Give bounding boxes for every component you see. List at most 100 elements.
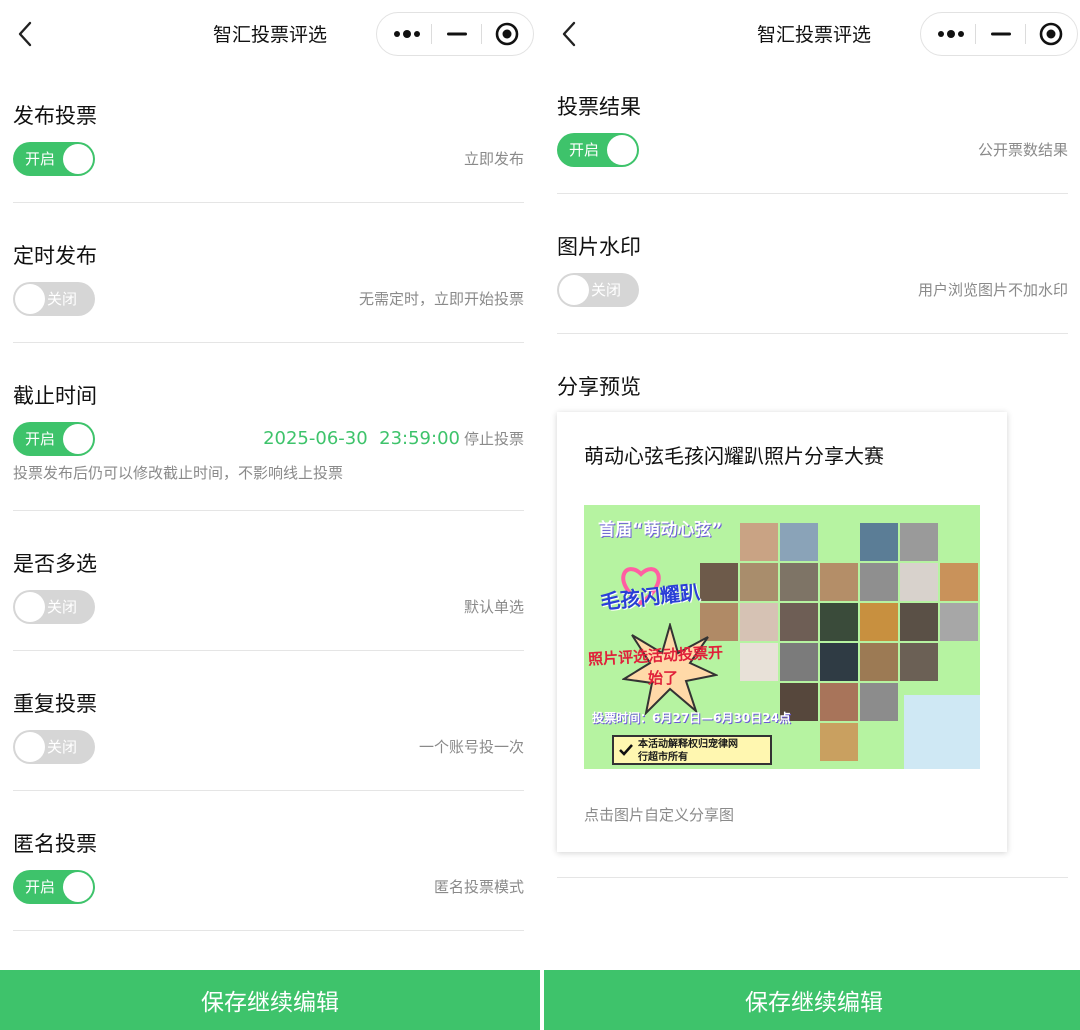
vote-result-section: 投票结果 开启 公开票数结果 <box>557 93 1068 169</box>
pet-photo <box>740 523 778 561</box>
toggle-knob <box>15 732 45 762</box>
toggle-knob <box>63 424 93 454</box>
pet-photo <box>700 563 738 601</box>
toggle-label: 关闭 <box>47 738 78 756</box>
section-title: 是否多选 <box>13 552 97 576</box>
minus-icon <box>447 32 467 36</box>
pet-photo <box>900 523 938 561</box>
more-button[interactable] <box>925 13 977 55</box>
divider <box>557 877 1068 878</box>
pet-photo <box>900 643 938 681</box>
pet-photo <box>740 563 778 601</box>
nav-bar: 智汇投票评选 <box>544 0 1080 68</box>
save-continue-button[interactable]: 保存继续编辑 <box>0 970 540 1030</box>
target-circle-icon <box>495 22 519 46</box>
deadline-section: 截止时间 开启 2025-06-30 23:59:00 停止投票 投票发布后仍可以… <box>13 382 524 483</box>
deadline-hint-text: 停止投票 <box>463 430 524 448</box>
deadline-datetime[interactable]: 2025-06-30 23:59:00 <box>263 428 460 449</box>
divider <box>13 342 524 343</box>
pet-photo <box>820 643 858 681</box>
section-hint: 立即发布 <box>463 150 524 168</box>
share-hint: 点击图片自定义分享图 <box>584 806 735 824</box>
pet-photo <box>860 523 898 561</box>
pet-photo <box>780 643 818 681</box>
share-preview-section: 分享预览 <box>557 373 1068 401</box>
more-button[interactable] <box>381 13 433 55</box>
pet-photo <box>820 603 858 641</box>
pet-photo <box>860 683 898 721</box>
multi-select-section: 是否多选 关闭 默认单选 <box>13 550 524 626</box>
section-title: 重复投票 <box>13 692 97 716</box>
check-icon <box>619 744 633 756</box>
pet-photo <box>780 603 818 641</box>
divider <box>557 193 1068 194</box>
toggle-label: 开启 <box>25 878 56 896</box>
publish-toggle[interactable]: 开启 <box>13 142 95 176</box>
poster-headline: 首届“萌动心弦” <box>598 520 723 540</box>
multi-select-toggle[interactable]: 关闭 <box>13 590 95 624</box>
right-panel: 智汇投票评选 投票结果 开启 公开票数结果 图片水印 关闭 用户浏览图片不加水印… <box>544 0 1080 1030</box>
mini-program-capsule <box>920 12 1078 56</box>
toggle-label: 开启 <box>569 141 600 159</box>
section-title: 图片水印 <box>557 235 641 259</box>
vote-result-toggle[interactable]: 开启 <box>557 133 639 167</box>
nav-bar: 智汇投票评选 <box>0 0 540 68</box>
target-circle-icon <box>1039 22 1063 46</box>
pet-photo <box>860 603 898 641</box>
more-dots-icon <box>394 30 420 38</box>
share-card: 萌动心弦毛孩闪耀趴照片分享大赛 首届“萌动心弦” 毛孩闪耀趴 照片评选活动投票开… <box>557 412 1007 852</box>
pet-photo <box>860 643 898 681</box>
poster-vote-time: 投票时间：6月27日—6月30日24点 <box>592 711 791 725</box>
section-hint: 无需定时，立即开始投票 <box>358 290 524 308</box>
more-dots-icon <box>938 30 964 38</box>
repeat-vote-toggle[interactable]: 关闭 <box>13 730 95 764</box>
minimize-button[interactable] <box>975 13 1027 55</box>
pet-photo <box>900 603 938 641</box>
divider <box>13 930 524 931</box>
toggle-label: 关闭 <box>591 281 622 299</box>
poster-notice-box: 本活动解释权归宠律网 行超市所有 <box>612 735 772 765</box>
share-poster-image[interactable]: 首届“萌动心弦” 毛孩闪耀趴 照片评选活动投票开 始了 投票时间：6月27日—6… <box>584 505 980 769</box>
pet-photo <box>780 523 818 561</box>
section-hint: 匿名投票模式 <box>433 878 524 896</box>
section-title: 发布投票 <box>13 104 97 128</box>
poster-notice-line: 本活动解释权归宠律网 <box>638 739 738 750</box>
divider <box>13 790 524 791</box>
divider <box>13 510 524 511</box>
deadline-toggle[interactable]: 开启 <box>13 422 95 456</box>
pet-photo <box>900 563 938 601</box>
toggle-label: 关闭 <box>47 598 78 616</box>
pet-photo <box>860 563 898 601</box>
anonymous-vote-toggle[interactable]: 开启 <box>13 870 95 904</box>
poster-line: 始了 <box>648 669 679 687</box>
toggle-knob <box>63 872 93 902</box>
save-continue-button[interactable]: 保存继续编辑 <box>544 970 1080 1030</box>
minimize-button[interactable] <box>431 13 483 55</box>
mascot-illustration <box>904 695 980 769</box>
divider <box>13 202 524 203</box>
repeat-vote-section: 重复投票 关闭 一个账号投一次 <box>13 690 524 766</box>
mini-program-capsule <box>376 12 534 56</box>
toggle-label: 开启 <box>25 430 56 448</box>
watermark-toggle[interactable]: 关闭 <box>557 273 639 307</box>
toggle-knob <box>607 135 637 165</box>
scheduled-publish-section: 定时发布 关闭 无需定时，立即开始投票 <box>13 242 524 318</box>
scheduled-publish-toggle[interactable]: 关闭 <box>13 282 95 316</box>
poster-subtitle: 毛孩闪耀趴 <box>599 579 702 615</box>
section-hint: 用户浏览图片不加水印 <box>917 281 1068 299</box>
toggle-knob <box>15 592 45 622</box>
toggle-label: 关闭 <box>47 290 78 308</box>
publish-section: 发布投票 开启 立即发布 <box>13 102 524 178</box>
pet-photo <box>740 603 778 641</box>
divider <box>557 333 1068 334</box>
divider <box>13 650 524 651</box>
pet-photo <box>820 563 858 601</box>
section-hint: 默认单选 <box>463 598 524 616</box>
section-title: 分享预览 <box>557 375 641 399</box>
close-button[interactable] <box>1025 13 1077 55</box>
deadline-hint: 2025-06-30 23:59:00 停止投票 <box>263 422 524 456</box>
left-panel: 智汇投票评选 发布投票 开启 立即发布 定时发布 关闭 无需定时，立即开始投票 … <box>0 0 540 1030</box>
pet-photo <box>820 723 858 761</box>
anonymous-vote-section: 匿名投票 开启 匿名投票模式 <box>13 830 524 906</box>
close-button[interactable] <box>481 13 533 55</box>
